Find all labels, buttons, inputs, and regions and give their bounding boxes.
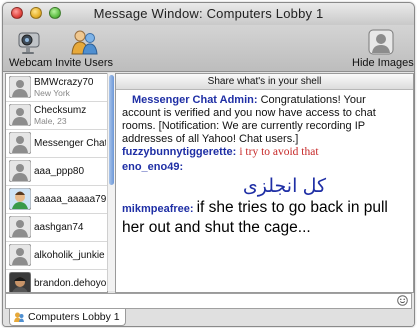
default-avatar-icon: [9, 76, 31, 98]
webcam-icon: [18, 32, 40, 54]
user-name: BMWcrazy70: [34, 77, 94, 88]
message-text: i try to avoid that: [239, 146, 319, 158]
share-shell-button[interactable]: Share what's in your shell: [116, 74, 413, 90]
invite-users-icon: [71, 30, 98, 55]
webcam-button[interactable]: Webcam: [9, 27, 53, 69]
hide-images-button[interactable]: Hide Images: [352, 27, 414, 69]
avatar-photo-icon: [9, 272, 31, 292]
user-list-item[interactable]: Messenger Chat: [6, 130, 107, 158]
user-list-scrollbar[interactable]: [107, 73, 115, 291]
message-author: eno_eno49:: [122, 161, 184, 173]
user-name: Checksumz: [34, 105, 87, 116]
default-avatar-icon: [9, 244, 31, 266]
user-name: brandon.dehoyos: [34, 278, 106, 289]
user-list-item[interactable]: aashgan74: [6, 214, 107, 242]
toolbar: Webcam Invite Users Hide Images: [3, 25, 414, 72]
user-list[interactable]: BMWcrazy70 New York Checksumz Male, 23 M…: [5, 73, 108, 293]
message-author: mikmpeafree:: [122, 203, 194, 215]
tab-label: Computers Lobby 1: [28, 311, 120, 323]
user-list-item[interactable]: Checksumz Male, 23: [6, 102, 107, 130]
user-list-item[interactable]: aaaaa_aaaaa7999: [6, 186, 107, 214]
user-name: aaaaa_aaaaa7999: [34, 194, 106, 205]
chat-message: Messenger Chat Admin: Congratulations! Y…: [122, 94, 407, 146]
chat-room-icon: [14, 312, 24, 322]
chat-message: fuzzybunnytiggerette: i try to avoid tha…: [122, 146, 407, 159]
default-avatar-icon: [9, 132, 31, 154]
title-bar[interactable]: Message Window: Computers Lobby 1: [3, 3, 414, 26]
user-silhouette-icon: [368, 29, 394, 55]
avatar-photo-icon: [9, 188, 31, 210]
chat-message: mikmpeafree: if she tries to go back in …: [122, 198, 407, 238]
default-avatar-icon: [9, 216, 31, 238]
tab-computers-lobby-1[interactable]: Computers Lobby 1: [9, 309, 126, 326]
user-name: aashgan74: [34, 222, 84, 233]
scrollbar-thumb[interactable]: [109, 75, 114, 185]
message-author: Messenger Chat Admin:: [132, 94, 258, 106]
message-window: Message Window: Computers Lobby 1 Webcam…: [2, 2, 415, 327]
message-author: fuzzybunnytiggerette:: [122, 146, 237, 158]
user-subtitle: Male, 23: [34, 116, 67, 126]
message-input[interactable]: [5, 293, 412, 309]
user-name: Messenger Chat: [34, 138, 106, 149]
user-list-item[interactable]: BMWcrazy70 New York: [6, 74, 107, 102]
message-text: کل انجلزی: [242, 176, 327, 197]
window-title: Message Window: Computers Lobby 1: [93, 6, 324, 21]
chat-message: eno_eno49: کل انجلزی: [122, 161, 407, 198]
user-list-item[interactable]: aaa_ppp80: [6, 158, 107, 186]
user-list-item[interactable]: brandon.dehoyos: [6, 270, 107, 292]
user-subtitle: New York: [34, 88, 70, 98]
webcam-label: Webcam: [9, 57, 53, 69]
user-list-item[interactable]: alkoholik_junkie: [6, 242, 107, 270]
default-avatar-icon: [9, 104, 31, 126]
tab-strip: Computers Lobby 1: [3, 309, 414, 326]
user-name: alkoholik_junkie: [34, 250, 105, 261]
default-avatar-icon: [9, 160, 31, 182]
hide-images-label: Hide Images: [352, 57, 414, 69]
invite-users-label: Invite Users: [54, 57, 114, 69]
user-name: aaa_ppp80: [34, 166, 85, 177]
chat-transcript: Share what's in your shell Messenger Cha…: [115, 73, 414, 293]
invite-users-button[interactable]: Invite Users: [53, 27, 115, 69]
smiley-icon[interactable]: [397, 295, 408, 306]
